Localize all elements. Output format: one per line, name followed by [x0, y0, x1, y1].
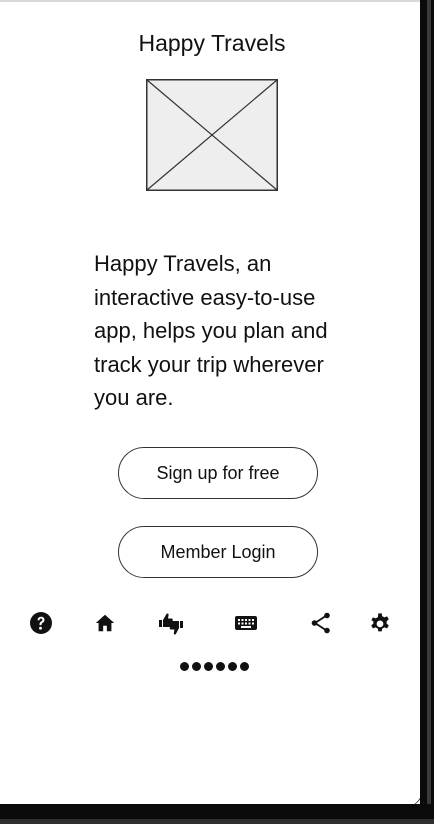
device-bezel-highlight	[427, 0, 431, 824]
share-icon[interactable]	[308, 610, 334, 636]
keyboard-icon[interactable]	[233, 610, 259, 636]
page-dot	[240, 662, 249, 671]
help-icon[interactable]	[28, 610, 54, 636]
member-login-button[interactable]: Member Login	[118, 526, 318, 578]
home-icon[interactable]	[92, 610, 118, 636]
image-placeholder	[146, 79, 278, 191]
app-title: Happy Travels	[138, 30, 286, 56]
page-dot	[228, 662, 237, 671]
page-dot	[192, 662, 201, 671]
page-dot	[180, 662, 189, 671]
signup-button[interactable]: Sign up for free	[118, 447, 318, 499]
device-bezel-bottom-edge	[0, 819, 434, 824]
top-edge	[0, 0, 424, 2]
app-description: Happy Travels, an interactive easy-to-us…	[94, 251, 328, 410]
page-dot	[204, 662, 213, 671]
app-screen: Happy Travels Happy Travels, an interact…	[0, 0, 424, 810]
page-indicator	[180, 662, 254, 672]
page-dot	[216, 662, 225, 671]
settings-icon[interactable]	[367, 610, 393, 636]
thumbs-icon[interactable]	[158, 610, 184, 636]
phone-device: Happy Travels Happy Travels, an interact…	[0, 0, 434, 824]
